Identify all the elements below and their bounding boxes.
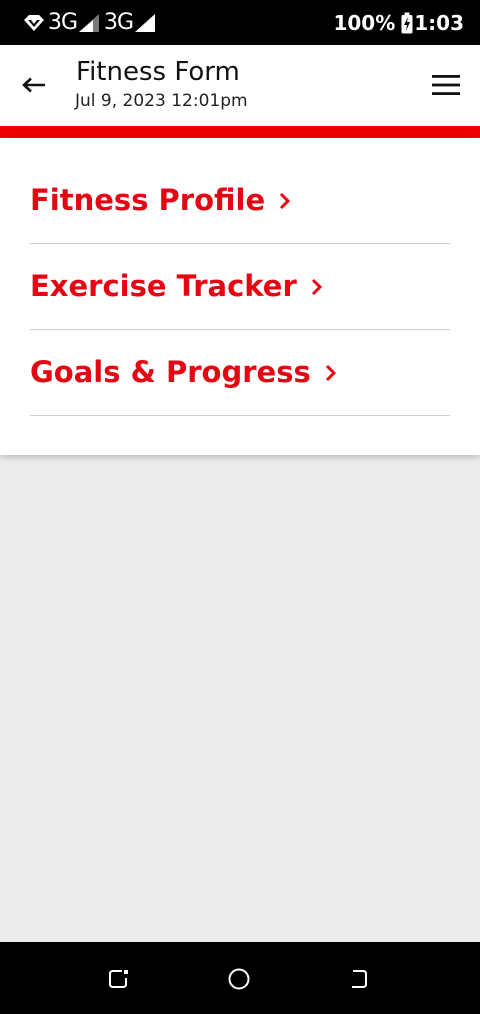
recents-button[interactable]	[104, 964, 134, 994]
chevron-right-icon	[279, 192, 291, 210]
menu-item-label: Fitness Profile	[30, 183, 266, 217]
chevron-right-icon	[311, 278, 323, 296]
menu-button[interactable]	[426, 65, 466, 105]
chevron-right-icon	[325, 364, 337, 382]
menu-item-label: Exercise Tracker	[30, 269, 297, 303]
menu-item-fitness-profile[interactable]: Fitness Profile	[30, 158, 450, 244]
battery-charging-icon	[401, 12, 413, 34]
page-subtitle-date: Jul 9, 2023 12:01pm	[75, 91, 248, 111]
page-title: Fitness Form	[76, 57, 240, 87]
menu-item-goals-progress[interactable]: Goals & Progress	[30, 330, 450, 416]
status-left: 3G 3G	[22, 0, 156, 45]
back-nav-button[interactable]	[344, 964, 374, 994]
home-button[interactable]	[224, 964, 254, 994]
accent-strip	[0, 126, 480, 138]
signal-strength-icon	[134, 13, 156, 33]
menu-item-exercise-tracker[interactable]: Exercise Tracker	[30, 244, 450, 330]
app-bar: Fitness Form Jul 9, 2023 12:01pm	[0, 45, 480, 126]
arrow-left-icon	[21, 77, 47, 93]
menu-card: Fitness Profile Exercise Tracker Goals &…	[0, 138, 480, 455]
home-circle-icon	[227, 967, 251, 991]
recents-icon	[108, 969, 130, 989]
hamburger-icon	[432, 73, 460, 97]
menu-item-label: Goals & Progress	[30, 355, 311, 389]
back-icon	[348, 969, 370, 989]
status-bar: 3G 3G 100% 1:03	[0, 0, 480, 45]
network-type-1: 3G	[48, 9, 78, 35]
signal-strength-icon	[78, 13, 100, 33]
menu-list: Fitness Profile Exercise Tracker Goals &…	[30, 158, 450, 416]
signal-diamond-icon	[22, 13, 46, 33]
system-navigation-bar	[0, 942, 480, 1014]
network-type-2: 3G	[104, 9, 134, 35]
status-right: 100% 1:03	[333, 0, 464, 45]
clock: 1:03	[414, 10, 464, 35]
back-button[interactable]	[14, 65, 54, 105]
battery-percent: 100%	[333, 10, 396, 35]
